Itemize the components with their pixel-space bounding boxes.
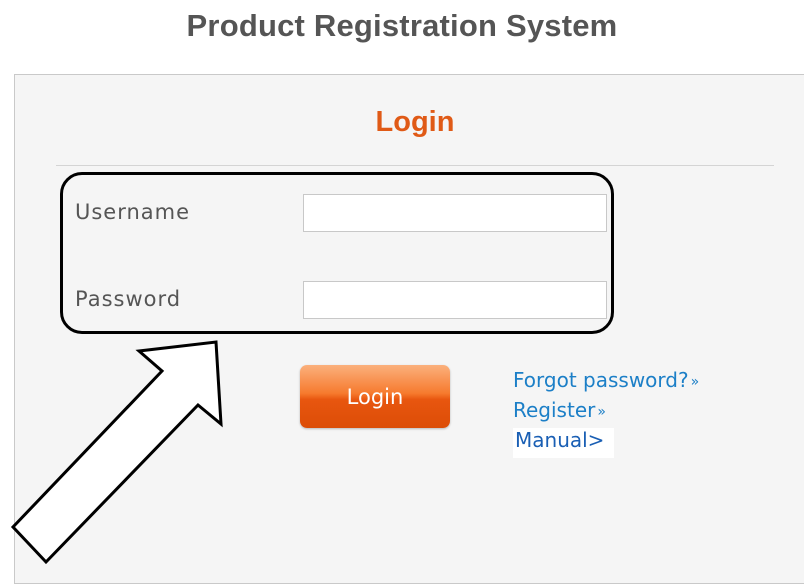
outline-arrow-icon xyxy=(10,340,223,565)
